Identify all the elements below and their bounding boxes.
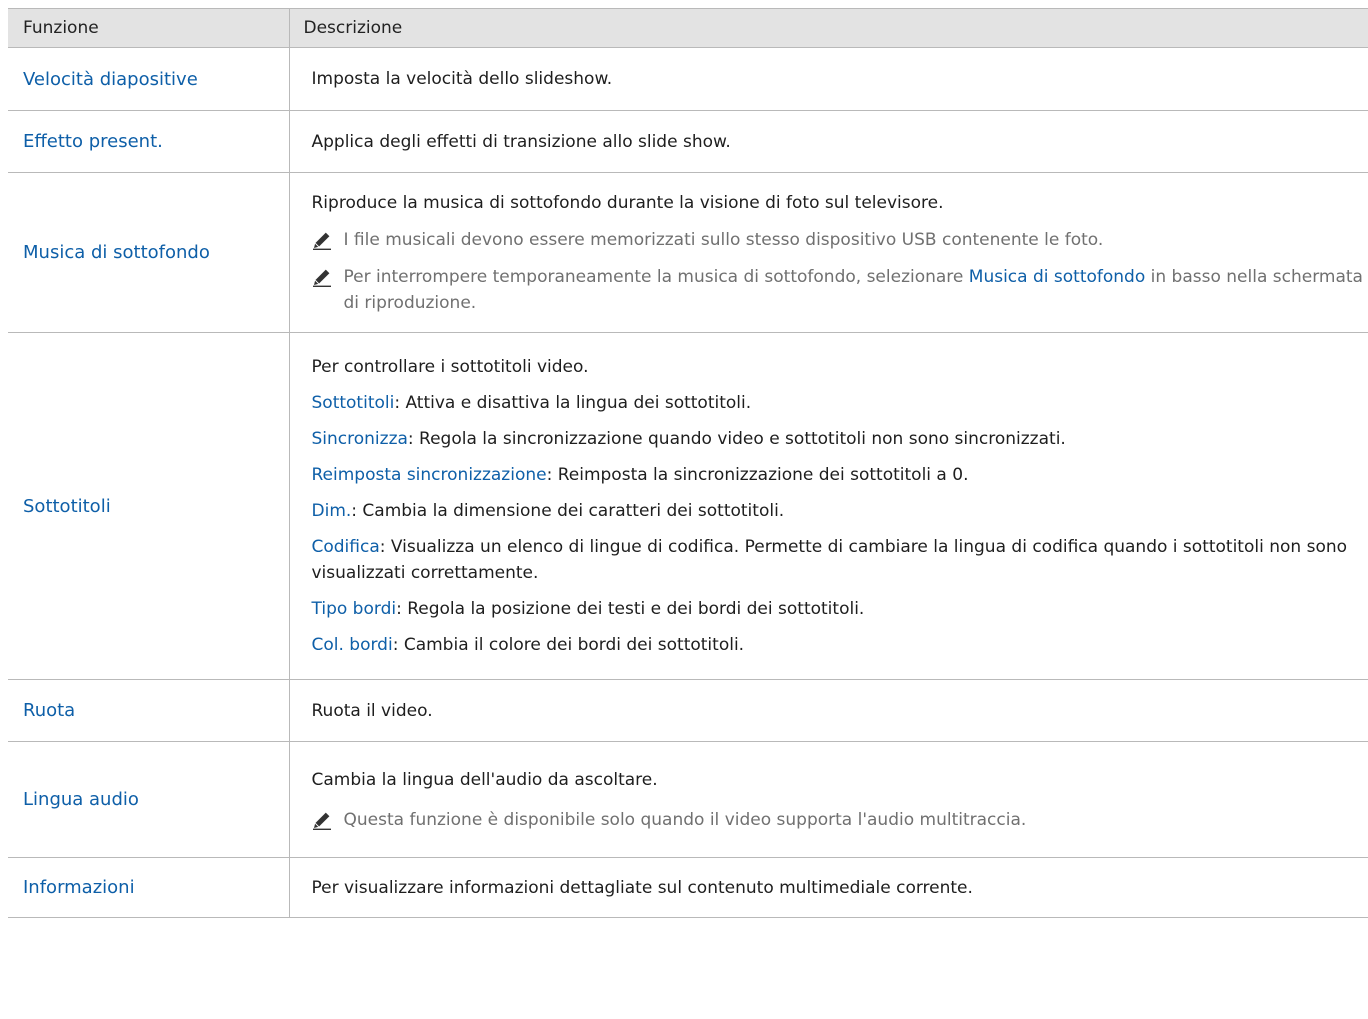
- description-cell: Cambia la lingua dell'audio da ascoltare…: [288, 741, 1368, 858]
- description-cell: Applica degli effetti di transizione all…: [288, 110, 1368, 173]
- table-row: Ruota Ruota il video.: [8, 679, 1368, 742]
- description-text: Applica degli effetti di transizione all…: [311, 131, 731, 152]
- table-header-row: Funzione Descrizione: [8, 8, 1368, 48]
- description-text: Riproduce la musica di sottofondo durant…: [311, 192, 944, 213]
- header-description: Descrizione: [288, 8, 1368, 48]
- option-line: Tipo bordi: Regola la posizione dei test…: [312, 596, 1368, 622]
- option-link[interactable]: Sincronizza: [312, 429, 408, 449]
- option-desc: : Regola la posizione dei testi e dei bo…: [396, 599, 865, 619]
- option-desc: : Reimposta la sincronizzazione dei sott…: [546, 465, 969, 485]
- pencil-icon: [312, 269, 331, 287]
- option-line: Dim.: Cambia la dimensione dei caratteri…: [312, 498, 1368, 524]
- description-cell: Ruota il video.: [288, 679, 1368, 742]
- pencil-icon: [312, 232, 331, 250]
- function-link-sottotitoli[interactable]: Sottotitoli: [8, 332, 289, 680]
- header-function: Funzione: [8, 8, 289, 48]
- function-link-velocita[interactable]: Velocità diapositive: [8, 47, 289, 111]
- function-link-effetto[interactable]: Effetto present.: [8, 110, 289, 173]
- table-row: Musica di sottofondo Riproduce la musica…: [8, 172, 1368, 333]
- note-text: Questa funzione è disponibile solo quand…: [343, 809, 1027, 830]
- description-text: Imposta la velocità dello slideshow.: [311, 69, 613, 89]
- option-line: Col. bordi: Cambia il colore dei bordi d…: [312, 632, 1368, 658]
- description-text: Per controllare i sottotitoli video.: [311, 357, 589, 377]
- option-desc: : Visualizza un elenco di lingue di codi…: [311, 537, 1348, 583]
- table-row: Effetto present. Applica degli effetti d…: [8, 110, 1368, 173]
- note-text: I file musicali devono essere memorizzat…: [343, 229, 1104, 250]
- table-row: Lingua audio Cambia la lingua dell'audio…: [8, 741, 1368, 858]
- note-item: Per interrompere temporaneamente la musi…: [312, 264, 1368, 316]
- description-text: Cambia la lingua dell'audio da ascoltare…: [311, 769, 658, 790]
- table-row: Sottotitoli Per controllare i sottotitol…: [8, 332, 1368, 680]
- function-link-musica[interactable]: Musica di sottofondo: [8, 172, 289, 333]
- option-desc: : Attiva e disattiva la lingua dei sotto…: [394, 393, 752, 413]
- option-link[interactable]: Col. bordi: [312, 635, 393, 655]
- description-cell: Per controllare i sottotitoli video. Sot…: [288, 332, 1368, 680]
- option-line: Sottotitoli: Attiva e disattiva la lingu…: [312, 390, 1368, 416]
- description-cell: Imposta la velocità dello slideshow.: [288, 47, 1368, 111]
- option-link[interactable]: Sottotitoli: [312, 393, 395, 413]
- table-row: Velocità diapositive Imposta la velocità…: [8, 47, 1368, 111]
- option-line: Reimposta sincronizzazione: Reimposta la…: [312, 462, 1368, 488]
- description-cell: Per visualizzare informazioni dettagliat…: [288, 857, 1368, 918]
- note-text: Per interrompere temporaneamente la musi…: [343, 266, 969, 287]
- option-desc: : Regola la sincronizzazione quando vide…: [407, 429, 1066, 449]
- description-cell: Riproduce la musica di sottofondo durant…: [288, 172, 1368, 333]
- option-desc: : Cambia il colore dei bordi dei sottoti…: [392, 635, 745, 655]
- musica-link[interactable]: Musica di sottofondo: [969, 267, 1145, 287]
- function-link-informazioni[interactable]: Informazioni: [8, 857, 289, 918]
- option-link[interactable]: Tipo bordi: [312, 599, 397, 619]
- function-link-ruota[interactable]: Ruota: [8, 679, 289, 742]
- description-text: Ruota il video.: [311, 700, 433, 721]
- function-link-lingua-audio[interactable]: Lingua audio: [8, 741, 289, 858]
- option-link[interactable]: Codifica: [312, 537, 380, 557]
- note-item: I file musicali devono essere memorizzat…: [312, 227, 1368, 253]
- option-link[interactable]: Dim.: [312, 501, 352, 521]
- option-line: Sincronizza: Regola la sincronizzazione …: [312, 426, 1368, 452]
- note-item: Questa funzione è disponibile solo quand…: [312, 807, 1368, 833]
- pencil-icon: [312, 812, 331, 830]
- option-link[interactable]: Reimposta sincronizzazione: [312, 465, 547, 485]
- option-line: Codifica: Visualizza un elenco di lingue…: [312, 534, 1368, 586]
- option-desc: : Cambia la dimensione dei caratteri dei…: [351, 501, 785, 521]
- description-text: Per visualizzare informazioni dettagliat…: [311, 877, 973, 898]
- table-row: Informazioni Per visualizzare informazio…: [8, 857, 1368, 918]
- functions-table: Funzione Descrizione Velocità diapositiv…: [8, 8, 1368, 918]
